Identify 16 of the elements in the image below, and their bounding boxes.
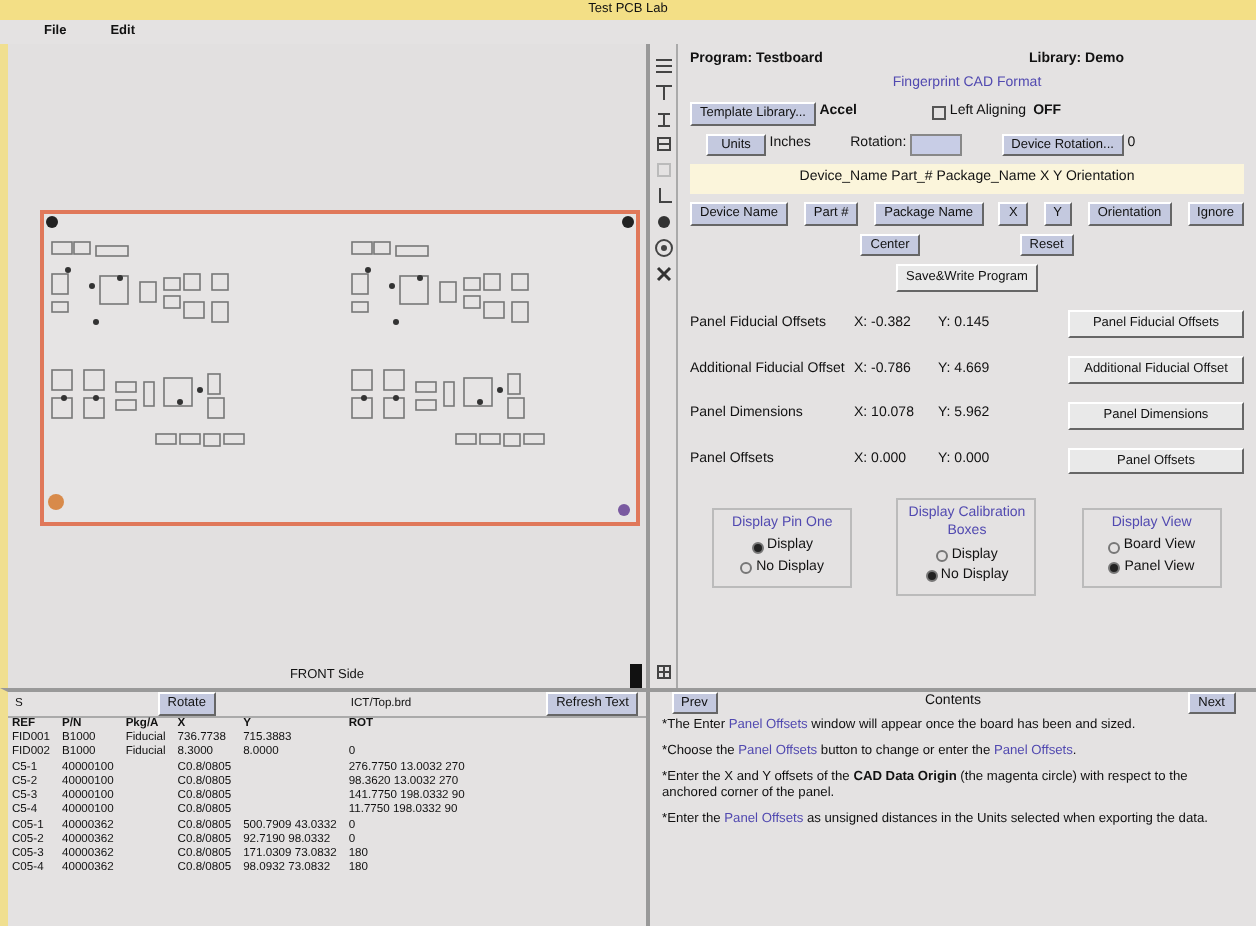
- origin-circle: [48, 494, 64, 510]
- fiducial-mark: [46, 216, 58, 228]
- lines-icon[interactable]: [653, 56, 673, 76]
- scroll-handle[interactable]: [630, 664, 642, 688]
- target-icon[interactable]: [653, 238, 673, 258]
- anchor-mark: [618, 504, 630, 516]
- grid-icon[interactable]: [653, 662, 673, 682]
- cross-icon[interactable]: [653, 264, 673, 284]
- fiducial-mark: [622, 216, 634, 228]
- stack-icon[interactable]: [653, 134, 673, 154]
- dot-icon[interactable]: [653, 212, 673, 232]
- t-shape-icon[interactable]: [653, 82, 673, 102]
- rotation-field[interactable]: [909, 133, 962, 156]
- corner-icon[interactable]: [653, 186, 673, 206]
- t-shape-icon[interactable]: [653, 108, 673, 128]
- checkbox[interactable]: [932, 106, 947, 121]
